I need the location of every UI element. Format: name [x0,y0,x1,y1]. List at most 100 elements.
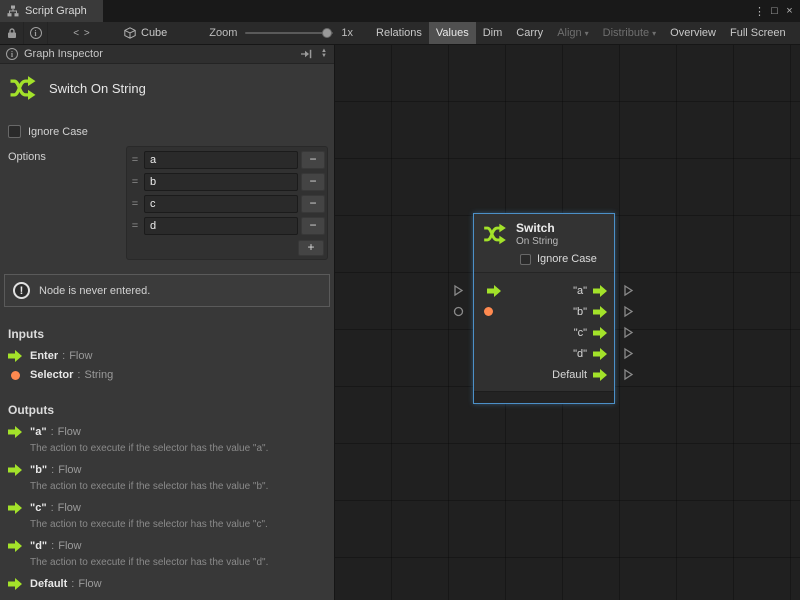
zoom-slider-handle[interactable] [322,28,332,38]
node-ignore-case-checkbox[interactable] [520,254,531,265]
port-row: "d" [474,343,614,364]
graph-context[interactable]: Cube [124,27,167,39]
lock-button[interactable] [0,22,24,44]
align-dropdown[interactable]: Align ▾ [550,22,595,44]
drag-handle-icon[interactable]: = [129,176,141,188]
inspector-title: Graph Inspector [24,48,103,60]
output-port-b[interactable] [623,301,634,322]
remove-option-button[interactable]: − [301,195,325,213]
outputs-header: Outputs [0,395,334,423]
cube-icon [124,27,136,39]
chevron-down-icon: ▾ [652,29,656,38]
graph-canvas[interactable]: Switch On String Ignore Case "a" [335,45,800,600]
add-option-button[interactable]: + [298,240,324,256]
overview-button[interactable]: Overview [663,22,723,44]
inspector-toggle-button[interactable]: i [24,22,48,44]
flow-output-icon [593,306,607,318]
option-row: = − [129,171,325,193]
node-subtitle: On String [516,236,558,247]
port-row: Default [474,364,614,385]
option-input[interactable] [144,173,298,191]
toolbar-buttons: Relations Values Dim Carry Align ▾ Distr… [369,22,793,44]
window-menu-icon[interactable]: ⋮ [752,5,767,18]
relations-button[interactable]: Relations [369,22,429,44]
chevron-down-icon: ▾ [585,29,589,38]
options-label: Options [8,146,126,163]
carry-button[interactable]: Carry [509,22,550,44]
option-input[interactable] [144,195,298,213]
output-description: The action to execute if the selector ha… [0,480,334,499]
close-icon[interactable]: × [782,5,797,17]
switch-on-string-icon [8,73,38,103]
output-port-a[interactable] [623,280,634,301]
port-row: "c" [474,322,614,343]
node-ports: "a" "b" "c" [474,273,614,391]
tab-script-graph[interactable]: Script Graph [0,0,103,22]
flow-port-icon [8,540,22,552]
output-row: "a" : Flow [0,423,334,442]
output-description: The action to execute if the selector ha… [0,556,334,575]
output-row: "d" : Flow [0,537,334,556]
selector-port[interactable] [453,301,464,322]
ignore-case-label: Ignore Case [28,126,88,138]
node-footer [474,391,614,403]
node-ignore-case-label: Ignore Case [537,253,597,265]
output-description: The action to execute if the selector ha… [0,518,334,537]
flow-port-icon [8,464,22,476]
switch-on-string-node[interactable]: Switch On String Ignore Case "a" [473,213,615,404]
title-bar: Script Graph ⋮ □ × [0,0,800,22]
graph-context-label: Cube [141,27,167,39]
values-button[interactable]: Values [429,22,476,44]
node-header: Switch On String [474,214,614,251]
option-row: = − [129,193,325,215]
zoom-slider[interactable] [245,26,333,40]
output-row: Default : Flow [0,575,334,594]
output-port-c[interactable] [623,322,634,343]
edit-script-button[interactable]: < > [60,22,104,44]
flow-output-icon [593,327,607,339]
option-input[interactable] [144,217,298,235]
add-option-row: + [129,237,325,258]
distribute-dropdown[interactable]: Distribute ▾ [596,22,663,44]
warning-icon: ! [13,282,30,299]
flow-port-icon [8,578,22,590]
remove-option-button[interactable]: − [301,217,325,235]
output-row: "c" : Flow [0,499,334,518]
tab-label: Script Graph [25,5,87,17]
option-input[interactable] [144,151,298,169]
window-controls: ⋮ □ × [752,0,800,22]
input-row-selector: Selector : String [0,366,334,385]
flow-output-icon [593,369,607,381]
drag-handle-icon[interactable]: = [129,198,141,210]
flow-port-icon [8,502,22,514]
panel-scroll-arrows[interactable]: ▲ ▼ [318,49,330,59]
warning-box: ! Node is never entered. [4,274,330,307]
option-row: = − [129,149,325,171]
node-title: Switch On String [49,81,146,96]
enter-port[interactable] [453,280,464,301]
ignore-case-checkbox[interactable] [8,125,21,138]
info-icon: i [30,27,42,39]
fullscreen-button[interactable]: Full Screen [723,22,793,44]
warning-text: Node is never entered. [39,285,150,297]
scroll-down-icon[interactable]: ▼ [321,54,327,59]
remove-option-button[interactable]: − [301,151,325,169]
zoom-control: Zoom 1x [209,26,353,40]
value-port-icon [11,371,20,380]
remove-option-button[interactable]: − [301,173,325,191]
maximize-icon[interactable]: □ [767,5,782,17]
info-icon: i [6,48,18,60]
flow-output-icon [593,348,607,360]
drag-handle-icon[interactable]: = [129,154,141,166]
output-port-d[interactable] [623,343,634,364]
switch-on-string-icon [482,221,508,247]
node-title: Switch [516,221,558,235]
dock-panel-icon[interactable] [300,49,312,59]
ignore-case-row: Ignore Case [8,125,326,138]
output-port-default[interactable] [623,364,634,385]
dim-button[interactable]: Dim [476,22,510,44]
graph-toolbar: i < > Cube Zoom 1x Relations Values Dim … [0,22,800,45]
lock-icon [6,27,18,39]
options-list: = − = − = − = [126,146,328,260]
drag-handle-icon[interactable]: = [129,220,141,232]
